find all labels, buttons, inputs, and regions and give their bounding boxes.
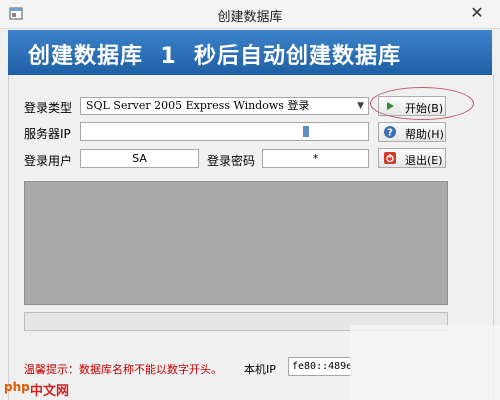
close-icon[interactable]: ✕ — [464, 3, 490, 23]
server-ip-input[interactable] — [80, 122, 369, 141]
banner-text: 创建数据库 1 秒后自动创建数据库 — [28, 44, 401, 69]
server-ip-label: 服务器IP — [24, 127, 71, 141]
text-caret — [303, 126, 309, 137]
exit-button[interactable]: 退出(E) — [378, 148, 446, 168]
window-title: 创建数据库 — [217, 10, 283, 25]
warning-tip: 温馨提示：数据库名称不能以数字开头。 — [24, 363, 222, 376]
log-output-area[interactable] — [24, 181, 448, 305]
login-user-value: SA — [132, 152, 147, 165]
login-type-value: SQL Server 2005 Express Windows 登录 — [86, 99, 310, 112]
local-ip-field[interactable]: fe80::489e — [288, 357, 352, 376]
exit-icon — [384, 152, 396, 164]
login-type-select[interactable]: SQL Server 2005 Express Windows 登录 ▼ — [80, 97, 369, 115]
dropdown-arrow-icon[interactable]: ▼ — [357, 98, 364, 114]
login-type-label: 登录类型 — [24, 101, 73, 115]
password-input[interactable]: * — [262, 149, 369, 168]
password-value: * — [312, 152, 319, 165]
password-label: 登录密码 — [207, 154, 256, 168]
watermark-logo: php — [4, 380, 30, 394]
title-bar: 创建数据库 ✕ — [0, 0, 500, 29]
help-icon: ? — [384, 126, 396, 139]
watermark-text: 中文网 — [30, 384, 70, 399]
help-button[interactable]: ? 帮助(H) — [378, 122, 446, 142]
svg-text:?: ? — [387, 128, 393, 139]
exit-button-label: 退出(E) — [405, 154, 443, 167]
play-icon — [387, 102, 394, 110]
login-user-label: 登录用户 — [24, 154, 73, 168]
start-button-label: 开始(B) — [405, 102, 444, 115]
header-banner: 创建数据库 1 秒后自动创建数据库 — [8, 30, 492, 75]
watermark-overlay — [350, 325, 500, 400]
local-ip-label: 本机IP — [244, 363, 276, 376]
start-button[interactable]: 开始(B) — [378, 96, 446, 116]
help-button-label: 帮助(H) — [405, 128, 444, 141]
login-user-input[interactable]: SA — [80, 149, 199, 168]
